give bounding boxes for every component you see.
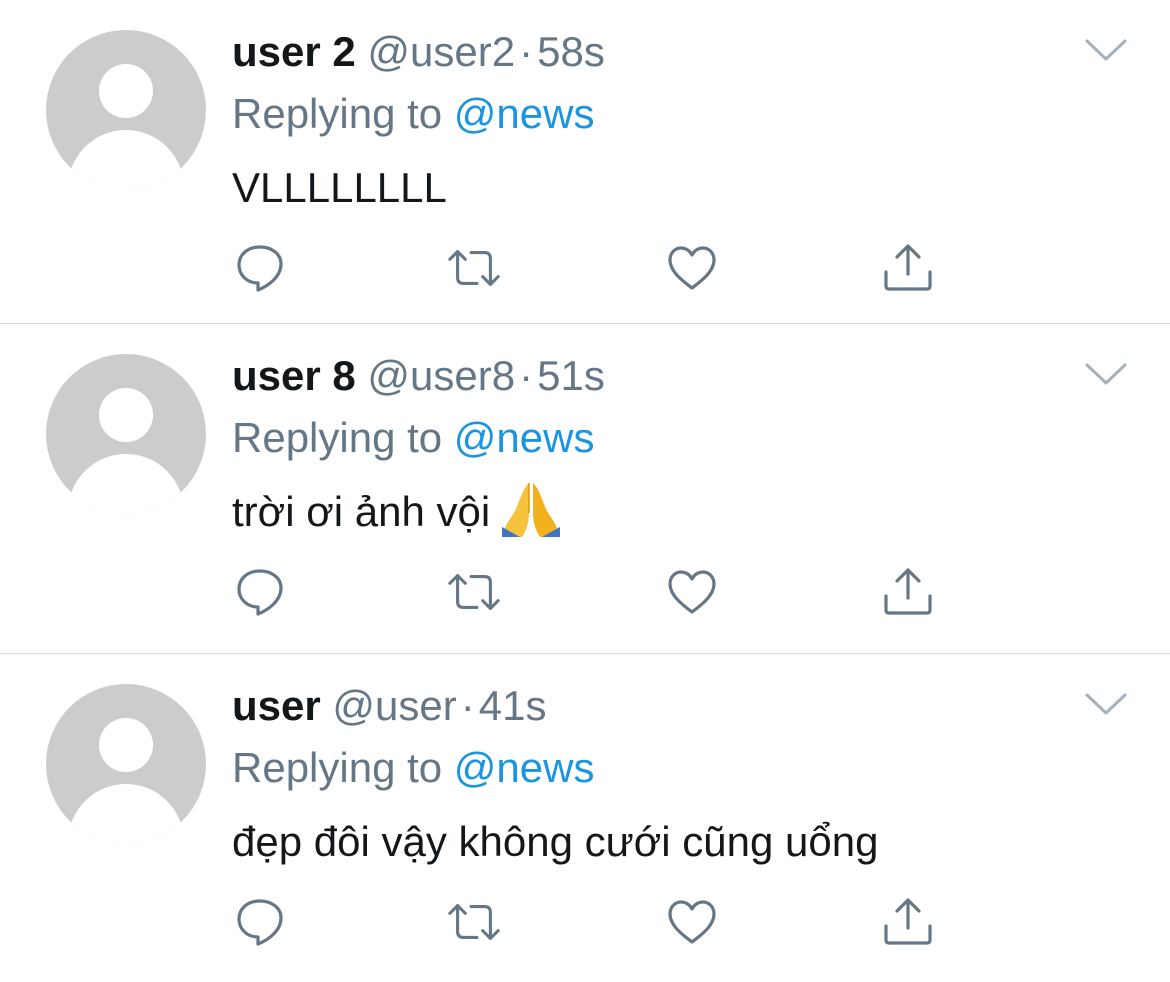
replying-to: Replying to @news [232,88,594,140]
speech-bubble-icon [237,245,283,292]
speech-bubble-icon [237,569,283,616]
like-button[interactable] [664,564,720,620]
tweet-text: VLLLLLLLL [232,164,447,211]
default-avatar-head [99,718,153,772]
default-avatar-head [99,64,153,118]
retweet-arrows-icon [448,250,500,286]
tweet-actions [232,564,952,620]
timestamp[interactable]: 51s [537,352,605,399]
mention-link[interactable]: @news [454,90,595,137]
avatar[interactable] [46,30,206,190]
user-handle[interactable]: @user2 [367,28,515,75]
tweet-actions [232,894,952,950]
reply-button[interactable] [232,240,288,296]
replying-to-label: Replying to [232,744,443,791]
share-upload-icon [884,898,932,945]
display-name[interactable]: user 2 [232,28,356,75]
separator-dot: · [519,28,534,75]
default-avatar-body [68,130,184,190]
replying-to-label: Replying to [232,90,443,137]
folded-hands-emoji-icon [502,482,561,537]
tweet-header: user @user·41s [232,680,546,732]
timestamp[interactable]: 58s [537,28,605,75]
user-handle[interactable]: @user8 [367,352,515,399]
share-button[interactable] [880,564,936,620]
reply-feed: user 2 @user2·58s Replying to @news VLLL… [0,0,1170,982]
mention-link[interactable]: @news [454,744,595,791]
separator-dot: · [519,352,534,399]
like-button[interactable] [664,240,720,296]
chevron-down-icon[interactable] [1084,690,1128,718]
tweet-header: user 2 @user2·58s [232,26,605,78]
separator-dot: · [460,682,475,729]
avatar[interactable] [46,684,206,844]
speech-bubble-icon [237,899,283,946]
share-upload-icon [884,568,932,615]
default-avatar-body [68,784,184,844]
mention-link[interactable]: @news [454,414,595,461]
replying-to: Replying to @news [232,742,594,794]
user-handle[interactable]: @user [332,682,456,729]
heart-icon [668,570,716,614]
retweet-button[interactable] [446,894,502,950]
tweet-text: trời ơi ảnh vội [232,482,562,542]
retweet-button[interactable] [446,564,502,620]
chevron-down-icon[interactable] [1084,36,1128,64]
retweet-button[interactable] [446,240,502,296]
avatar[interactable] [46,354,206,514]
tweet-header: user 8 @user8·51s [232,350,605,402]
replying-to-label: Replying to [232,414,443,461]
tweet-reply[interactable]: user 2 @user2·58s Replying to @news VLLL… [0,0,1170,324]
default-avatar-body [68,454,184,514]
reply-button[interactable] [232,564,288,620]
default-avatar-head [99,388,153,442]
tweet-actions [232,240,952,296]
tweet-reply[interactable]: user @user·41s Replying to @news đẹp đôi… [0,654,1170,982]
heart-icon [668,246,716,290]
share-button[interactable] [880,894,936,950]
tweet-reply[interactable]: user 8 @user8·51s Replying to @news trời… [0,324,1170,654]
chevron-down-icon[interactable] [1084,360,1128,388]
share-upload-icon [884,244,932,291]
like-button[interactable] [664,894,720,950]
retweet-arrows-icon [448,574,500,610]
reply-button[interactable] [232,894,288,950]
tweet-text-content: trời ơi ảnh vội [232,488,491,535]
tweet-text: đẹp đôi vậy không cưới cũng uổng [232,818,879,865]
timestamp[interactable]: 41s [479,682,547,729]
retweet-arrows-icon [448,904,500,940]
display-name[interactable]: user 8 [232,352,356,399]
display-name[interactable]: user [232,682,321,729]
heart-icon [668,900,716,944]
share-button[interactable] [880,240,936,296]
replying-to: Replying to @news [232,412,594,464]
